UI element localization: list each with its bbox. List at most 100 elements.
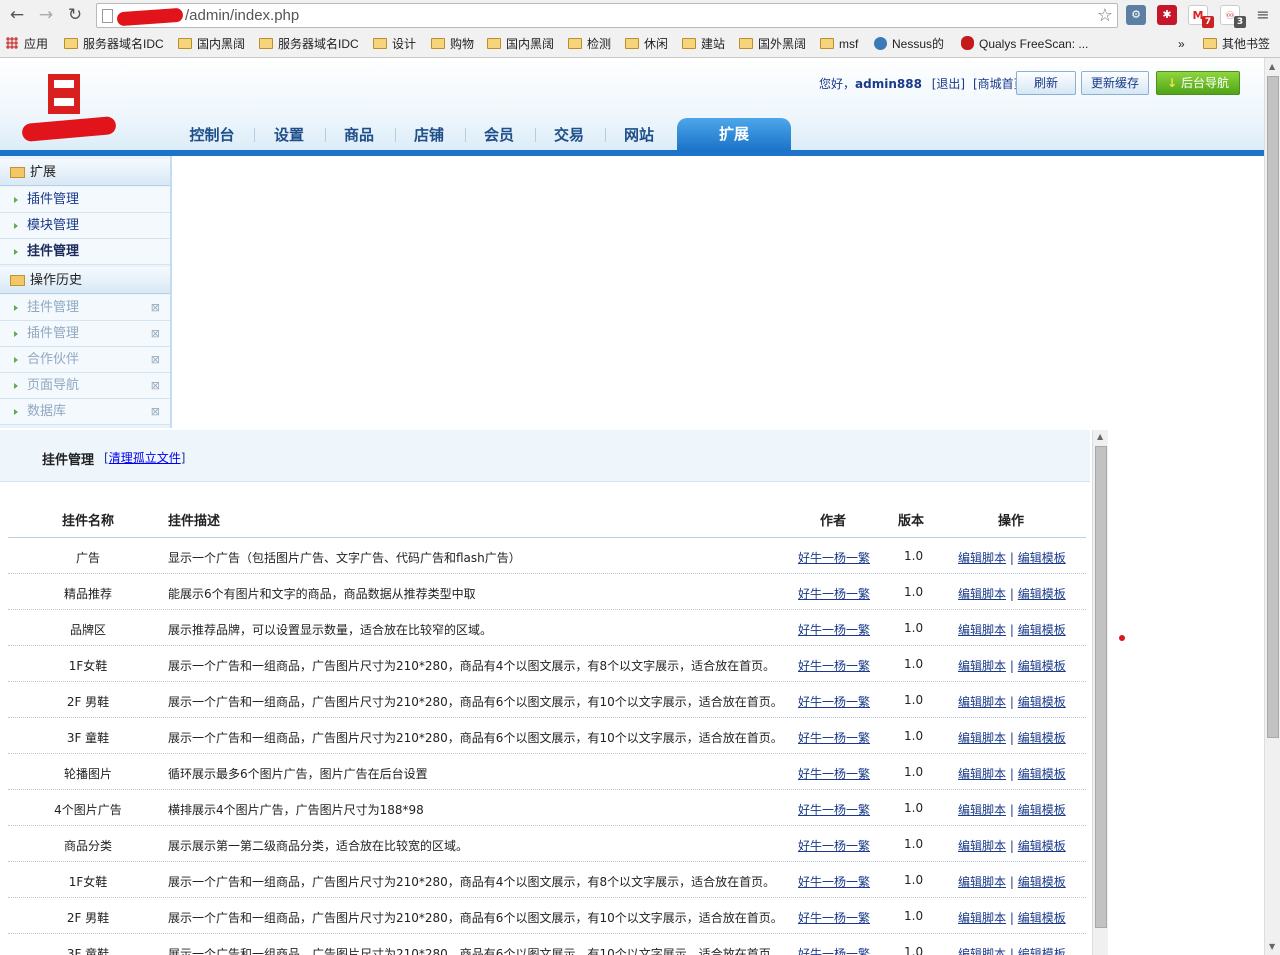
bookmark-other[interactable]: 其他书签 [1203,36,1270,52]
scroll-up-icon[interactable]: ▲ [1269,62,1275,71]
edit-script-link[interactable]: 编辑脚本 [958,947,1006,955]
page-scrollbar[interactable]: ▲ ▼ [1264,58,1280,955]
edit-script-link[interactable]: 编辑脚本 [958,587,1006,601]
refresh-button[interactable]: 刷新 [1016,71,1076,95]
edit-script-link[interactable]: 编辑脚本 [958,551,1006,565]
history-item[interactable]: 插件管理 ⊠ [0,321,170,347]
edit-template-link[interactable]: 编辑模板 [1018,839,1066,853]
author-link[interactable]: 好牛一杨一繁 [798,657,870,674]
close-icon[interactable]: ⊠ [151,347,160,373]
edit-script-link[interactable]: 编辑脚本 [958,659,1006,673]
author-link[interactable]: 好牛一杨一繁 [798,549,870,566]
sidebar-group-history[interactable]: 操作历史 [0,267,170,294]
history-item[interactable]: 页面导航 ⊠ [0,373,170,399]
bookmark-item[interactable]: Qualys FreeScan: ... [961,36,1088,52]
edit-script-link[interactable]: 编辑脚本 [958,839,1006,853]
bookmark-item[interactable]: 购物 [431,36,474,52]
bookmark-item[interactable]: 检测 [568,36,611,52]
history-item[interactable]: 合作伙伴 ⊠ [0,347,170,373]
edit-script-link[interactable]: 编辑脚本 [958,803,1006,817]
extension-icon[interactable]: ⚙ [1126,5,1146,25]
back-icon[interactable]: ← [7,5,27,25]
forward-icon[interactable]: → [36,5,56,25]
author-link[interactable]: 好牛一杨一繁 [798,801,870,818]
edit-script-link[interactable]: 编辑脚本 [958,875,1006,889]
author-link[interactable]: 好牛一杨一繁 [798,873,870,890]
bookmark-item[interactable]: 国内黑阔 [487,36,554,52]
close-icon[interactable]: ⊠ [151,373,160,399]
scroll-down-icon[interactable]: ▼ [1269,942,1275,951]
author-link[interactable]: 好牛一杨一繁 [798,585,870,602]
logout-link[interactable]: [退出] [932,77,965,91]
close-icon[interactable]: ⊠ [151,321,160,347]
history-item[interactable]: 挂件管理 ⊠ [0,295,170,321]
bookmark-label: 国内黑阔 [197,37,246,51]
edit-template-link[interactable]: 编辑模板 [1018,731,1066,745]
bookmarks-overflow[interactable]: » [1178,36,1185,52]
tab-console[interactable]: 控制台 [173,120,251,150]
tab-extension[interactable]: 扩展 [677,118,791,150]
edit-template-link[interactable]: 编辑模板 [1018,767,1066,781]
bookmark-item[interactable]: 服务器域名IDC [64,36,164,52]
close-icon[interactable]: ⊠ [151,399,160,425]
reload-icon[interactable]: ↻ [65,5,85,25]
clean-orphan-files-link[interactable]: [清理孤立文件] [104,449,185,466]
edit-script-link[interactable]: 编辑脚本 [958,731,1006,745]
bookmark-item[interactable]: 建站 [682,36,725,52]
edit-template-link[interactable]: 编辑模板 [1018,695,1066,709]
menu-icon[interactable]: ≡ [1253,5,1273,25]
close-icon[interactable]: ⊠ [151,295,160,321]
author-link[interactable]: 好牛一杨一繁 [798,693,870,710]
bookmark-item[interactable]: msf [820,36,858,52]
sidebar: 扩展 插件管理 模块管理 挂件管理 操作历史 挂件管理 ⊠ 插件管理 ⊠ 合作伙伴 ⊠… [0,156,172,428]
bookmark-item[interactable]: Nessus的 [874,36,944,52]
author-link[interactable]: 好牛一杨一繁 [798,837,870,854]
bookmark-item[interactable]: 服务器域名IDC [259,36,359,52]
edit-template-link[interactable]: 编辑模板 [1018,551,1066,565]
edit-template-link[interactable]: 编辑模板 [1018,803,1066,817]
folder-icon [259,38,273,49]
edit-template-link[interactable]: 编辑模板 [1018,911,1066,925]
author-link[interactable]: 好牛一杨一繁 [798,909,870,926]
edit-script-link[interactable]: 编辑脚本 [958,695,1006,709]
sidebar-item-plugins[interactable]: 插件管理 [0,187,170,213]
update-cache-button[interactable]: 更新缓存 [1081,71,1149,95]
edit-script-link[interactable]: 编辑脚本 [958,911,1006,925]
extension-icon[interactable]: ✱ [1157,5,1177,25]
edit-template-link[interactable]: 编辑模板 [1018,947,1066,955]
tab-goods[interactable]: 商品 [325,120,393,150]
author-link[interactable]: 好牛一杨一繁 [798,729,870,746]
star-icon[interactable]: ☆ [1097,5,1113,26]
address-bar[interactable]: /admin/index.php ☆ [96,3,1118,28]
author-link[interactable]: 好牛一杨一繁 [798,621,870,638]
bookmark-item[interactable]: 休闲 [625,36,668,52]
edit-template-link[interactable]: 编辑模板 [1018,659,1066,673]
bookmark-item[interactable]: 国外黑阔 [739,36,806,52]
author-link[interactable]: 好牛一杨一繁 [798,945,870,955]
panel-scrollbar[interactable]: ▲ [1092,430,1108,955]
nav-underline [0,150,1264,156]
scrollbar-thumb[interactable] [1095,446,1107,928]
edit-template-link[interactable]: 编辑模板 [1018,623,1066,637]
tab-members[interactable]: 会员 [465,120,533,150]
bookmark-item[interactable]: 设计 [373,36,416,52]
edit-script-link[interactable]: 编辑脚本 [958,623,1006,637]
tab-website[interactable]: 网站 [605,120,673,150]
operations: 编辑脚本 | 编辑模板 [958,873,1066,890]
tab-store[interactable]: 店铺 [395,120,463,150]
bookmark-item[interactable]: 国内黑阔 [178,36,245,52]
bookmark-apps[interactable]: 应用 [6,36,48,52]
tab-trade[interactable]: 交易 [535,120,603,150]
edit-template-link[interactable]: 编辑模板 [1018,875,1066,889]
sidebar-item-modules[interactable]: 模块管理 [0,213,170,239]
tab-settings[interactable]: 设置 [255,120,323,150]
scrollbar-thumb[interactable] [1267,76,1279,738]
edit-script-link[interactable]: 编辑脚本 [958,767,1006,781]
author-link[interactable]: 好牛一杨一繁 [798,765,870,782]
sidebar-item-widgets[interactable]: 挂件管理 [0,239,170,265]
history-item[interactable]: 数据库 ⊠ [0,399,170,425]
sidebar-group-extension[interactable]: 扩展 [0,159,170,186]
scroll-up-icon[interactable]: ▲ [1097,432,1103,441]
backend-nav-button[interactable]: ↓ 后台导航 [1156,71,1240,95]
edit-template-link[interactable]: 编辑模板 [1018,587,1066,601]
